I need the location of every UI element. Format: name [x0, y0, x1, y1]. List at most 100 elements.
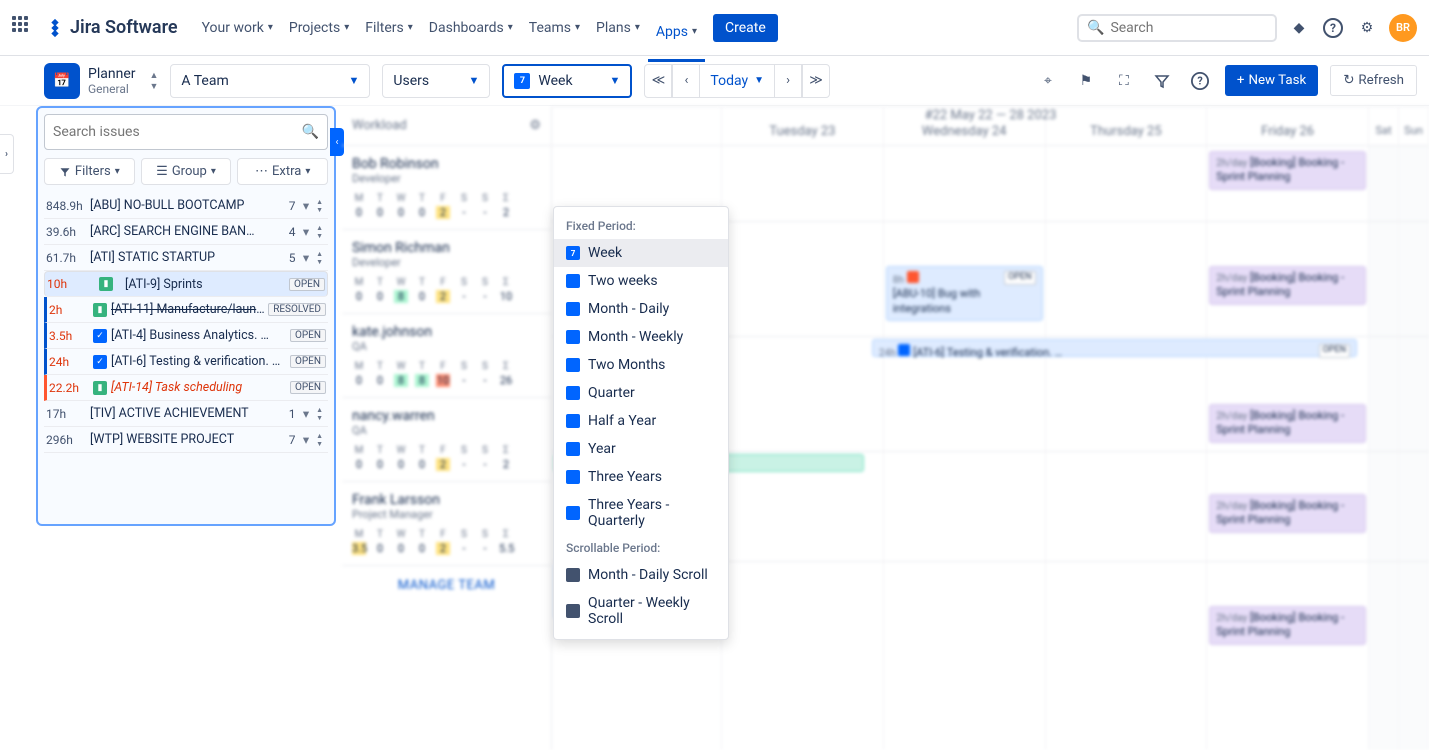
period-option[interactable]: Month - Weekly [554, 323, 728, 351]
extra-pill[interactable]: ⋯Extra▾ [237, 158, 328, 185]
nav-plans[interactable]: Plans ▾ [588, 12, 648, 44]
planner-toolbar: 📅 Planner General ▲▼ A Team▼ Users▼ 7Wee… [0, 56, 1429, 106]
notifications-icon[interactable]: ◆ [1287, 16, 1311, 40]
nav-teams[interactable]: Teams ▾ [521, 12, 588, 44]
issue-row[interactable]: 22.2h▮[ATI-14] Task schedulingOPEN [44, 375, 328, 401]
period-option[interactable]: Month - Daily [554, 295, 728, 323]
issue-row[interactable]: 3.5h✓[ATI-4] Business Analytics. …OPEN [44, 323, 328, 349]
focus-icon[interactable]: ⌖ [1035, 68, 1061, 94]
person-row[interactable]: Bob RobinsonDeveloperMTWTFSSΣ00002--2 [342, 146, 551, 230]
app-selector[interactable]: ▲▼ [149, 70, 158, 92]
fullscreen-icon[interactable]: ⛶ [1111, 68, 1137, 94]
day-header: Thursday 25 [1046, 106, 1208, 145]
workload-title: Workload [352, 118, 407, 133]
person-row[interactable]: Simon RichmanDeveloperMTWTFSSΣ00802--10 [342, 230, 551, 314]
period-option[interactable]: Half a Year [554, 407, 728, 435]
period-option[interactable]: Quarter [554, 379, 728, 407]
event-card[interactable]: 2h/day [Booking] Booking - Sprint Planni… [1209, 606, 1366, 645]
create-button[interactable]: Create [713, 14, 778, 42]
main: › ‹ 🔍 Filters▾ ☰Group▾ ⋯Extra▾ 848.9h[AB… [0, 106, 1429, 750]
group-pill[interactable]: ☰Group▾ [141, 158, 232, 185]
filter-icon[interactable] [1149, 68, 1175, 94]
nav-prev[interactable]: ‹ [672, 64, 700, 98]
svg-text:?: ? [1197, 74, 1202, 87]
nav-projects[interactable]: Projects ▾ [281, 12, 357, 44]
dropdown-header: Scrollable Period: [554, 535, 728, 561]
issue-row[interactable]: 39.6h[ARC] SEARCH ENGINE BAN…4▾▲▼ [44, 219, 328, 245]
planner-icon: 📅 [44, 63, 80, 99]
search-icon: 🔍 [302, 124, 319, 140]
issue-row[interactable]: 2h▮[ATI-11] Manufacture/launc…RESOLVED [44, 297, 328, 323]
person-row[interactable]: nancy.warrenQAMTWTFSSΣ00002--2 [342, 398, 551, 482]
day-header: Friday 26 [1207, 106, 1369, 145]
scope-select[interactable]: Users▼ [382, 64, 490, 98]
top-nav: Jira Software Your work ▾Projects ▾Filte… [0, 0, 1429, 56]
issue-row[interactable]: 61.7h[ATI] STATIC STARTUP5▾▲▼ [44, 245, 328, 271]
issue-search[interactable]: 🔍 [44, 114, 328, 150]
new-task-button[interactable]: +New Task [1225, 65, 1318, 96]
nav-dashboards[interactable]: Dashboards ▾ [421, 12, 521, 44]
calendar-title: #22 May 22 — 28 2023 [925, 108, 1057, 123]
search-icon: 🔍 [1087, 20, 1104, 36]
period-select[interactable]: 7Week▼ [502, 64, 632, 98]
issue-search-input[interactable] [53, 124, 302, 140]
expand-handle[interactable]: › [0, 134, 14, 174]
event-card[interactable]: 2h/day [Booking] Booking - Sprint Planni… [1209, 404, 1366, 443]
help-icon[interactable]: ? [1187, 68, 1213, 94]
period-option[interactable]: Year [554, 435, 728, 463]
period-option[interactable]: 7Week [554, 239, 728, 267]
dropdown-header: Fixed Period: [554, 213, 728, 239]
period-option[interactable]: Two Months [554, 351, 728, 379]
event-card[interactable]: 2h/day [Booking] Booking - Sprint Planni… [1209, 151, 1366, 190]
settings-icon[interactable]: ⚙ [1355, 16, 1379, 40]
period-option[interactable]: Three Years [554, 463, 728, 491]
refresh-icon: ↻ [1343, 73, 1354, 88]
period-dropdown: Fixed Period: 7WeekTwo weeksMonth - Dail… [553, 206, 729, 640]
period-option[interactable]: Two weeks [554, 267, 728, 295]
day-header: Sat [1369, 106, 1399, 145]
event-card[interactable]: 2h/day [Booking] Booking - Sprint Planni… [1209, 494, 1366, 533]
issue-row[interactable]: 296h[WTP] WEBSITE PROJECT7▾▲▼ [44, 427, 328, 453]
nav-apps[interactable]: Apps ▾ [648, 12, 705, 62]
refresh-button[interactable]: ↻Refresh [1330, 65, 1417, 96]
more-icon: ⋯ [255, 164, 268, 179]
nav-next[interactable]: › [774, 64, 802, 98]
issue-row[interactable]: 17h[TIV] ACTIVE ACHIEVEMENT1▾▲▼ [44, 401, 328, 427]
team-select[interactable]: A Team▼ [170, 64, 370, 98]
nav-last[interactable]: ≫ [802, 64, 830, 98]
issue-row[interactable]: 848.9h[ABU] NO-BULL BOOTCAMP7▾▲▼ [44, 193, 328, 219]
issues-panel: ‹ 🔍 Filters▾ ☰Group▾ ⋯Extra▾ 848.9h[ABU]… [36, 106, 336, 526]
help-icon[interactable]: ? [1321, 16, 1345, 40]
plus-icon: + [1237, 73, 1245, 88]
nav-first[interactable]: ≪ [644, 64, 672, 98]
issue-row[interactable]: 10h▮[ATI-9] SprintsOPEN [44, 271, 328, 297]
nav-your-work[interactable]: Your work ▾ [194, 12, 281, 44]
person-row[interactable]: Frank LarssonProject ManagerMTWTFSSΣ3.50… [342, 482, 551, 566]
event-card[interactable]: 24h [ATI-6] Testing & verification. …OPE… [872, 339, 1357, 357]
issue-row[interactable]: 24h✓[ATI-6] Testing & verification. …OPE… [44, 349, 328, 375]
calendar-icon: 7 [514, 73, 530, 89]
svg-text:?: ? [1330, 21, 1336, 35]
global-search[interactable]: 🔍 [1077, 14, 1277, 42]
jira-logo[interactable]: Jira Software [44, 17, 178, 39]
layers-icon: ☰ [156, 164, 168, 179]
nav-filters[interactable]: Filters ▾ [357, 12, 421, 44]
app-subtitle: General [88, 82, 135, 96]
person-row[interactable]: kate.johnsonQAMTWTFSSΣ008810--26 [342, 314, 551, 398]
gear-icon[interactable]: ⚙ [529, 118, 541, 133]
period-option[interactable]: Month - Daily Scroll [554, 561, 728, 589]
filters-pill[interactable]: Filters▾ [44, 158, 135, 185]
search-input[interactable] [1110, 20, 1267, 36]
period-option[interactable]: Three Years - Quarterly [554, 491, 728, 535]
manage-team-link[interactable]: MANAGE TEAM [342, 566, 551, 605]
app-chip[interactable]: 📅 Planner General ▲▼ [44, 63, 158, 99]
flag-icon[interactable]: ⚑ [1073, 68, 1099, 94]
workload-panel: Workload ⚙ Bob RobinsonDeveloperMTWTFSSΣ0… [342, 106, 552, 750]
event-card[interactable]: 2h/day [Booking] Booking - Sprint Planni… [1209, 266, 1366, 305]
event-card[interactable]: 8h OPEN[ABU-10] Bug with integrations [886, 266, 1043, 321]
today-button[interactable]: Today▼ [699, 64, 775, 98]
day-header: Sun [1399, 106, 1429, 145]
user-avatar[interactable]: BR [1389, 14, 1417, 42]
app-switcher-icon[interactable] [12, 16, 36, 40]
period-option[interactable]: Quarter - Weekly Scroll [554, 589, 728, 633]
